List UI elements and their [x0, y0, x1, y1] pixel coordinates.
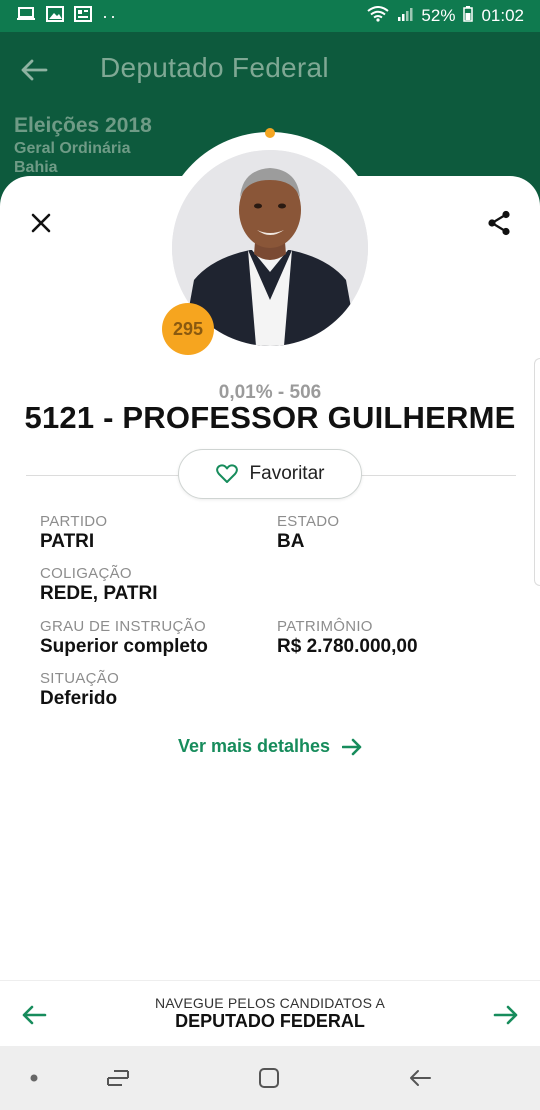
- candidate-name: 5121 - PROFESSOR GUILHERME: [24, 400, 516, 435]
- election-title: Eleições 2018: [14, 114, 152, 137]
- battery-icon: [463, 5, 474, 27]
- system-nav-bar: [0, 1046, 540, 1110]
- more-details-label: Ver mais detalhes: [177, 736, 331, 756]
- status-right-icons: 52% 01:02: [367, 5, 524, 27]
- share-button[interactable]: [482, 206, 516, 240]
- more-dots-icon: ··: [102, 6, 118, 26]
- recent-apps-button[interactable]: [98, 1058, 138, 1098]
- estado-label: ESTADO: [277, 513, 340, 530]
- estado-value: BA: [277, 531, 305, 552]
- election-state: Bahia: [14, 159, 58, 176]
- laptop-icon: [16, 6, 36, 27]
- close-icon: [31, 213, 51, 233]
- status-left-icons: ··: [16, 5, 118, 27]
- favorite-button[interactable]: Favoritar: [178, 449, 362, 499]
- coligacao-label: COLIGAÇÃO: [40, 565, 132, 582]
- coligacao-value: REDE, PATRI: [40, 583, 158, 604]
- avatar-indicator-dot: [265, 128, 275, 138]
- battery-percent: 52%: [421, 6, 456, 25]
- share-icon: [488, 210, 510, 236]
- election-info: Eleições 2018 Geral Ordinária Bahia: [14, 114, 152, 177]
- favorite-label: Favoritar: [249, 463, 325, 484]
- assistant-dot-button[interactable]: [14, 1058, 54, 1098]
- system-back-button[interactable]: [400, 1058, 440, 1098]
- grau-label: GRAU DE INSTRUÇÃO: [40, 618, 206, 635]
- dot-icon: [30, 1074, 38, 1082]
- signal-icon: [397, 6, 413, 27]
- arrow-right-icon: [493, 1005, 518, 1025]
- back-button[interactable]: [14, 50, 54, 90]
- close-button[interactable]: [24, 206, 58, 240]
- image-icon: [46, 5, 64, 27]
- back-icon: [410, 1070, 431, 1086]
- heart-icon: [215, 464, 238, 483]
- page-title: Deputado Federal: [100, 52, 329, 83]
- candidate-navigator: NAVEGUE PELOS CANDIDATOS A DEPUTADO FEDE…: [0, 980, 540, 1046]
- patrimonio-label: PATRIMÔNIO: [277, 618, 373, 635]
- arrow-left-icon: [21, 59, 48, 81]
- wifi-icon: [367, 5, 390, 27]
- rank-badge: 295: [162, 303, 214, 355]
- home-button[interactable]: [249, 1058, 289, 1098]
- status-bar: ·· 52% 01:02: [0, 0, 540, 32]
- home-icon: [259, 1068, 279, 1088]
- status-time: 01:02: [481, 6, 524, 25]
- election-type: Geral Ordinária: [14, 140, 131, 157]
- situacao-label: SITUAÇÃO: [40, 670, 120, 687]
- partido-value: PATRI: [40, 531, 95, 552]
- navigator-title: DEPUTADO FEDERAL: [175, 1011, 365, 1031]
- navigator-caption: NAVEGUE PELOS CANDIDATOS A: [154, 995, 386, 1011]
- arrow-right-icon: [342, 738, 362, 755]
- more-details-link[interactable]: Ver mais detalhes: [0, 736, 540, 757]
- recent-apps-icon: [107, 1070, 129, 1086]
- next-candidate-button[interactable]: [486, 995, 526, 1035]
- situacao-value: Deferido: [40, 688, 118, 709]
- scroll-edge: [534, 358, 540, 586]
- patrimonio-value: R$ 2.780.000,00: [277, 636, 418, 657]
- partido-label: PARTIDO: [40, 513, 108, 530]
- news-icon: [74, 5, 92, 27]
- grau-value: Superior completo: [40, 636, 208, 657]
